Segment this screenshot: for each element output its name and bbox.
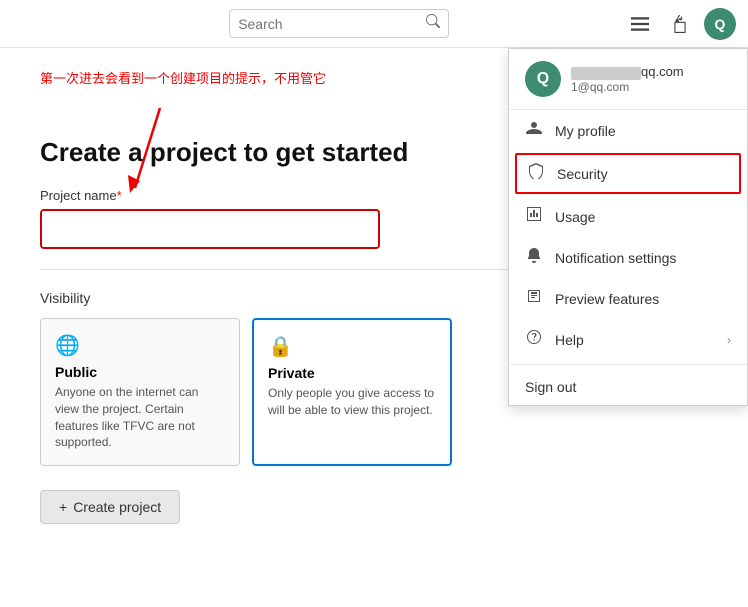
form-section: Project name* Visibility 🌐 Public Anyone… bbox=[40, 188, 540, 524]
public-desc: Anyone on the internet can view the proj… bbox=[55, 384, 225, 451]
dropdown-header: Q qq.com 1@qq.com bbox=[509, 49, 747, 110]
search-icon bbox=[426, 14, 440, 33]
user-avatar-header[interactable]: Q bbox=[704, 8, 736, 40]
menu-item-my-profile[interactable]: My profile bbox=[509, 110, 747, 151]
bell-icon bbox=[525, 247, 543, 268]
lock-icon: 🔒 bbox=[268, 334, 436, 359]
dropdown-user-info: qq.com 1@qq.com bbox=[571, 64, 684, 93]
profile-icon bbox=[525, 120, 543, 141]
list-icon[interactable] bbox=[624, 8, 656, 40]
menu-item-security[interactable]: Security bbox=[515, 153, 741, 194]
dropdown-email-sub: 1@qq.com bbox=[571, 80, 684, 94]
gift-icon[interactable] bbox=[664, 8, 696, 40]
public-title: Public bbox=[55, 364, 225, 380]
arrow-annotation bbox=[120, 103, 180, 208]
private-title: Private bbox=[268, 365, 436, 381]
help-icon bbox=[525, 329, 543, 350]
project-name-field-wrapper bbox=[40, 209, 380, 249]
user-dropdown-menu: Q qq.com 1@qq.com My profile Security Us… bbox=[508, 48, 748, 406]
search-bar[interactable] bbox=[229, 9, 449, 38]
separator bbox=[40, 269, 520, 270]
private-option[interactable]: 🔒 Private Only people you give access to… bbox=[252, 318, 452, 466]
search-input[interactable] bbox=[238, 16, 422, 32]
dropdown-email-top: qq.com bbox=[571, 64, 684, 79]
preview-icon bbox=[525, 288, 543, 309]
create-project-button[interactable]: + Create project bbox=[40, 490, 180, 524]
public-option[interactable]: 🌐 Public Anyone on the internet can view… bbox=[40, 318, 240, 466]
header: Q bbox=[0, 0, 748, 48]
security-icon bbox=[527, 163, 545, 184]
dropdown-divider bbox=[509, 364, 747, 365]
usage-icon bbox=[525, 206, 543, 227]
project-name-label: Project name* bbox=[40, 188, 540, 203]
private-desc: Only people you give access to will be a… bbox=[268, 385, 436, 419]
menu-item-notification-settings[interactable]: Notification settings bbox=[509, 237, 747, 278]
email-blurred-part bbox=[571, 67, 641, 80]
plus-icon: + bbox=[59, 499, 67, 515]
menu-item-usage[interactable]: Usage bbox=[509, 196, 747, 237]
menu-item-preview-features[interactable]: Preview features bbox=[509, 278, 747, 319]
visibility-label: Visibility bbox=[40, 290, 540, 306]
menu-item-help[interactable]: Help › bbox=[509, 319, 747, 360]
project-name-input[interactable] bbox=[42, 211, 378, 247]
dropdown-avatar: Q bbox=[525, 61, 561, 97]
menu-item-sign-out[interactable]: Sign out bbox=[509, 369, 747, 405]
chevron-right-icon: › bbox=[727, 333, 731, 347]
globe-icon: 🌐 bbox=[55, 333, 225, 358]
visibility-options: 🌐 Public Anyone on the internet can view… bbox=[40, 318, 540, 466]
